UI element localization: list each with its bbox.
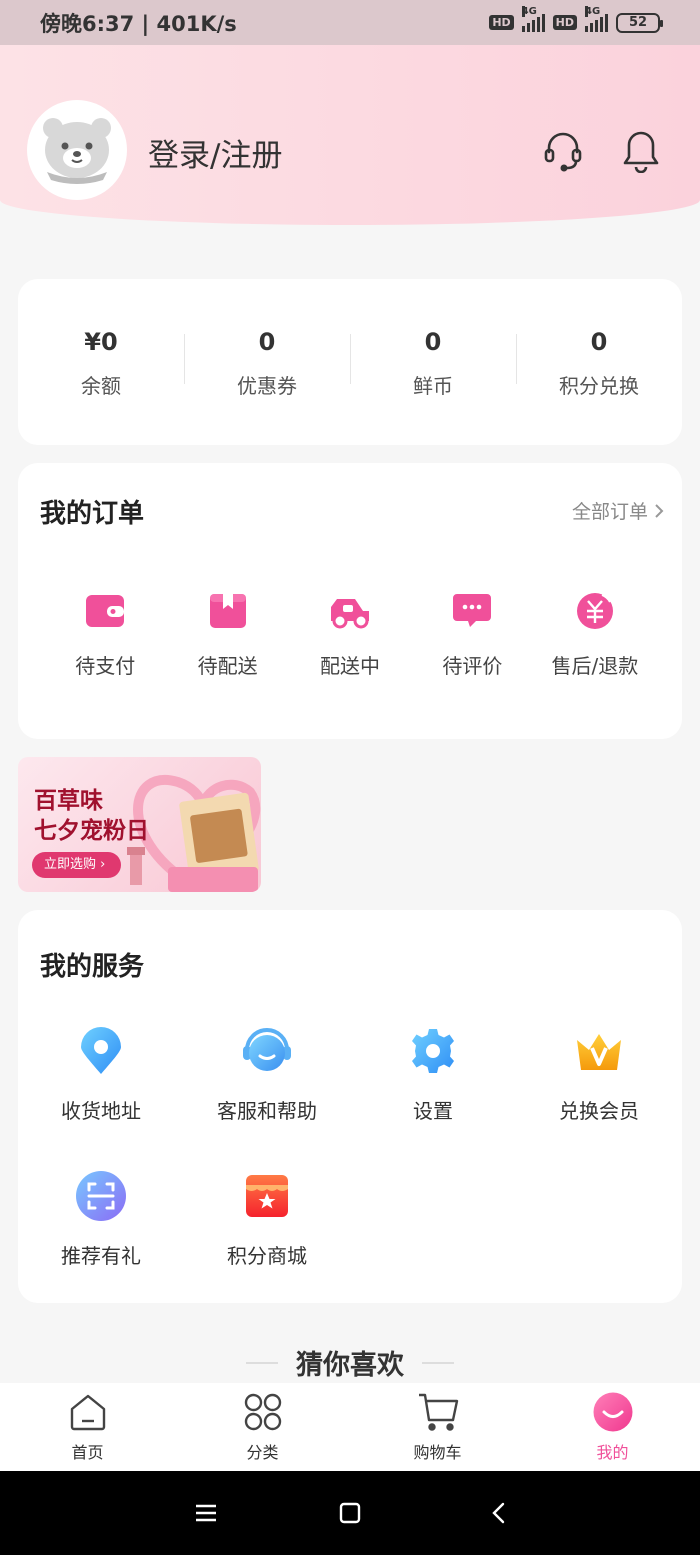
bottom-tab-bar: 首页 分类 购物车 我的 (0, 1383, 700, 1471)
banner-headline-2: 七夕宠粉日 (34, 818, 149, 844)
login-register-link[interactable]: 登录/注册 (148, 130, 282, 175)
comment-icon (451, 590, 493, 632)
customer-service-icon (241, 1025, 293, 1077)
order-label: 待支付 (75, 654, 136, 678)
headset-icon[interactable] (541, 128, 585, 174)
battery-icon: 52 (616, 12, 663, 33)
divider (422, 1361, 454, 1364)
system-navigation-bar (0, 1471, 700, 1555)
order-pending-delivery[interactable]: 待配送 (166, 590, 288, 679)
asset-value: 0 (590, 327, 608, 356)
order-label: 待配送 (197, 654, 258, 678)
service-label: 设置 (413, 1099, 453, 1123)
bear-avatar-icon (43, 118, 111, 184)
banner-headline-1: 百草味 (34, 788, 103, 814)
hd-badge-2: HD (552, 15, 577, 30)
banner-cta-button[interactable]: 立即选购 › (32, 852, 122, 878)
order-pending-review[interactable]: 待评价 (411, 590, 533, 679)
orders-title: 我的订单 (40, 499, 145, 529)
back-icon[interactable] (482, 1497, 514, 1529)
bell-icon[interactable] (619, 128, 663, 174)
service-label: 推荐有礼 (61, 1244, 141, 1268)
signal-icon-2: 4G (585, 5, 608, 32)
service-referral[interactable]: 推荐有礼 (18, 1170, 184, 1269)
all-orders-label: 全部订单 (571, 501, 648, 523)
service-customer-help[interactable]: 客服和帮助 (184, 1025, 350, 1124)
guess-you-like-header: 猜你喜欢 (0, 1343, 700, 1382)
vip-crown-icon (573, 1025, 625, 1077)
service-vip[interactable]: 兑换会员 (516, 1025, 682, 1124)
service-label: 客服和帮助 (217, 1099, 317, 1123)
package-icon (207, 590, 249, 632)
status-time-speed: 傍晚6:37 | 401K/s (40, 11, 237, 36)
refund-icon (574, 590, 616, 632)
assets-card: ¥0 余额 0 优惠券 0 鲜币 0 积分兑换 (18, 279, 682, 445)
cart-icon (417, 1391, 459, 1433)
status-indicators: HD 4G HD 4G 52 (489, 5, 663, 33)
chevron-right-icon (655, 503, 664, 518)
banner-cta-label: 立即选购 (44, 857, 97, 872)
tab-label: 首页 (71, 1443, 104, 1462)
order-after-sales[interactable]: 售后/退款 (534, 590, 656, 679)
asset-label: 余额 (81, 373, 121, 398)
status-bar: 傍晚6:37 | 401K/s HD 4G HD 4G 52 (0, 0, 700, 45)
all-orders-link[interactable]: 全部订单 (572, 497, 664, 524)
home-square-icon[interactable] (334, 1497, 366, 1529)
menu-icon[interactable] (190, 1497, 222, 1529)
services-title: 我的服务 (40, 952, 145, 982)
location-pin-icon (75, 1025, 127, 1077)
tab-label: 购物车 (413, 1443, 462, 1462)
asset-label: 鲜币 (413, 373, 453, 398)
asset-points[interactable]: 0 积分兑换 (516, 326, 682, 399)
asset-coins[interactable]: 0 鲜币 (350, 326, 516, 399)
avatar[interactable] (27, 100, 127, 200)
asset-balance[interactable]: ¥0 余额 (18, 326, 184, 399)
store-icon (241, 1170, 293, 1222)
service-address[interactable]: 收货地址 (18, 1025, 184, 1124)
order-in-delivery[interactable]: 配送中 (289, 590, 411, 679)
service-settings[interactable]: 设置 (350, 1025, 516, 1124)
hd-badge: HD (489, 15, 514, 30)
asset-label: 优惠券 (237, 373, 297, 398)
wallet-icon (84, 590, 126, 632)
delivery-scooter-icon (329, 590, 371, 632)
guess-title: 猜你喜欢 (296, 1350, 404, 1381)
service-points-mall[interactable]: 积分商城 (184, 1170, 350, 1269)
order-status-row: 待支付 待配送 配送中 待评价 售后/退款 (44, 590, 656, 679)
tab-cart[interactable]: 购物车 (350, 1383, 525, 1471)
home-icon (67, 1391, 109, 1433)
divider (246, 1361, 278, 1364)
settings-gear-icon (407, 1025, 459, 1077)
tab-mine[interactable]: 我的 (525, 1383, 700, 1471)
asset-value: 0 (424, 327, 442, 356)
signal-icon: 4G (521, 5, 545, 32)
service-label: 积分商城 (227, 1244, 307, 1268)
order-label: 配送中 (320, 654, 381, 678)
asset-coupons[interactable]: 0 优惠券 (184, 326, 350, 399)
promo-banner[interactable]: 百草味 七夕宠粉日 立即选购 › (18, 757, 261, 892)
asset-value: ¥0 (84, 327, 118, 356)
profile-smile-icon (592, 1391, 634, 1433)
tab-home[interactable]: 首页 (0, 1383, 175, 1471)
order-label: 待评价 (442, 654, 503, 678)
service-label: 兑换会员 (559, 1099, 639, 1123)
order-pending-payment[interactable]: 待支付 (44, 590, 166, 679)
tab-category[interactable]: 分类 (175, 1383, 350, 1471)
asset-value: 0 (258, 327, 276, 356)
tab-label: 分类 (246, 1443, 279, 1462)
scan-icon (75, 1170, 127, 1222)
category-grid-icon (242, 1391, 284, 1433)
asset-label: 积分兑换 (559, 373, 639, 398)
tab-label: 我的 (596, 1443, 629, 1462)
service-label: 收货地址 (61, 1099, 141, 1123)
order-label: 售后/退款 (551, 654, 639, 678)
